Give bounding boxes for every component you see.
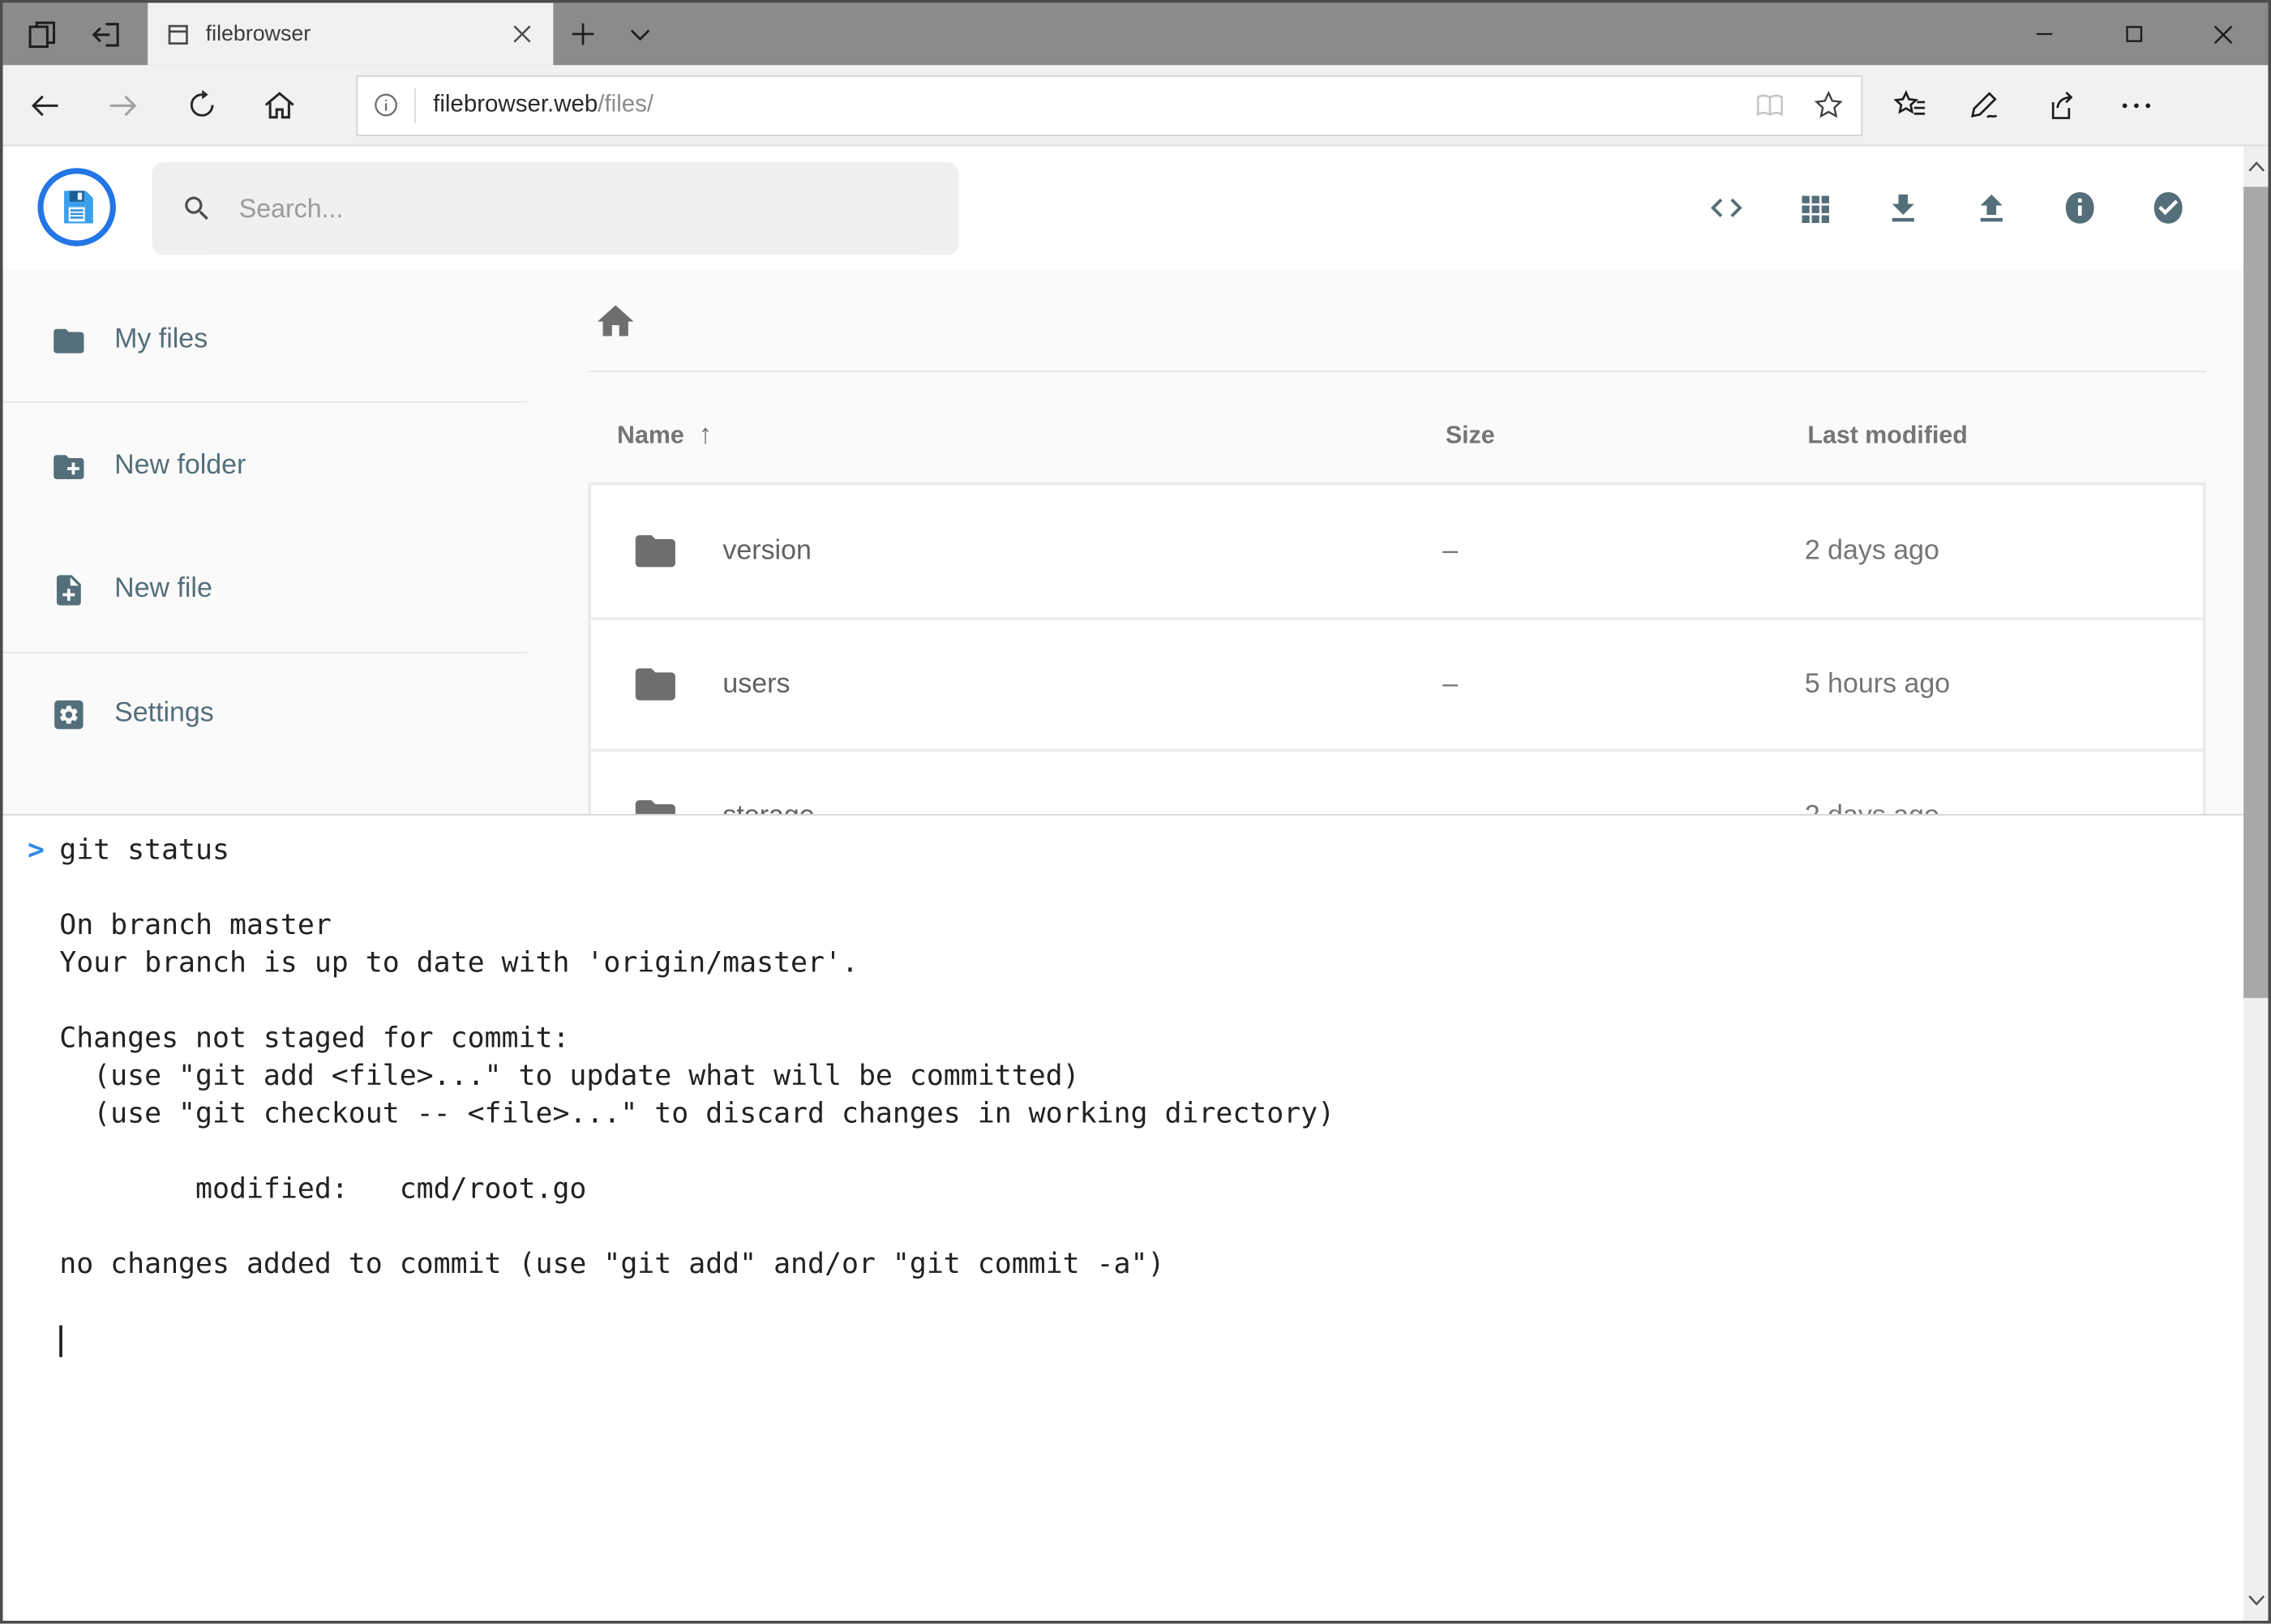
annotate-pen-icon[interactable] <box>1967 80 2004 130</box>
new-file-icon <box>51 572 88 608</box>
tab-list-dropdown-icon[interactable] <box>611 3 669 66</box>
scroll-down-icon[interactable] <box>2243 1580 2268 1621</box>
maximize-button[interactable] <box>2089 3 2179 66</box>
home-icon[interactable] <box>258 80 302 130</box>
terminal-output-line: Your branch is up to date with 'origin/m… <box>59 945 2268 982</box>
sidebar-item-new-file[interactable]: New file <box>3 555 528 624</box>
folder-icon <box>51 322 88 358</box>
search-icon <box>181 193 212 225</box>
sort-ascending-icon: ↑ <box>699 420 713 452</box>
folder-icon <box>632 527 679 575</box>
add-favorite-star-icon[interactable] <box>1809 90 1846 121</box>
file-name: users <box>722 668 790 700</box>
info-icon[interactable] <box>2061 189 2098 226</box>
terminal-cursor-line <box>59 1321 2268 1358</box>
address-bar[interactable]: filebrowser.web/files/ <box>356 75 1862 135</box>
url-host: filebrowser.web <box>433 92 598 118</box>
tab-title: filebrowser <box>206 22 508 46</box>
browser-tab[interactable]: filebrowser <box>148 3 553 66</box>
reading-view-icon[interactable] <box>1751 89 1789 121</box>
column-header-size[interactable]: Size <box>1446 422 1808 451</box>
settings-icon <box>51 696 88 732</box>
download-icon[interactable] <box>1884 189 1922 226</box>
url-path: /files/ <box>598 92 653 118</box>
app-header <box>3 146 2269 269</box>
share-icon[interactable] <box>2042 80 2080 130</box>
more-menu-icon[interactable] <box>2118 80 2155 130</box>
refresh-icon[interactable] <box>180 80 224 130</box>
raw-code-icon[interactable] <box>1708 189 1745 226</box>
column-header-modified[interactable]: Last modified <box>1807 422 2205 451</box>
terminal-output-line: Changes not staged for commit: <box>59 1020 2268 1057</box>
minimize-button[interactable] <box>1999 3 2089 66</box>
url-text: filebrowser.web/files/ <box>433 92 653 119</box>
file-size: – <box>1442 535 1805 567</box>
set-tabs-aside-icon[interactable] <box>81 3 131 66</box>
grid-view-icon[interactable] <box>1796 189 1833 226</box>
browser-window: filebrowser <box>0 0 2271 1624</box>
terminal-output-line: (use "git add <file>..." to update what … <box>59 1057 2268 1095</box>
table-header: Name ↑ Size Last modified <box>588 396 2205 474</box>
file-row-users[interactable]: users – 5 hours ago <box>591 617 2203 749</box>
sidebar-item-my-files[interactable]: My files <box>3 306 528 375</box>
file-size: – <box>1442 668 1805 700</box>
filebrowser-page: My files New folder New file Settings <box>3 146 2269 1621</box>
favorites-hub-icon[interactable] <box>1892 80 1929 130</box>
sidebar-item-new-folder[interactable]: New folder <box>3 431 528 501</box>
terminal-command-line: >git status <box>59 831 2268 868</box>
scrollbar-thumb[interactable] <box>2243 186 2268 997</box>
new-folder-icon <box>51 448 88 485</box>
search-input[interactable] <box>239 193 930 224</box>
filebrowser-logo[interactable] <box>37 168 115 246</box>
page-scrollbar[interactable] <box>2243 146 2268 1621</box>
file-modified: 2 days ago <box>1805 535 2203 567</box>
folder-icon <box>632 661 679 709</box>
terminal-prompt: > <box>28 831 45 868</box>
new-tab-button[interactable] <box>553 3 611 66</box>
tab-bar: filebrowser <box>3 3 2269 66</box>
close-window-button[interactable] <box>2179 3 2269 66</box>
tab-favicon-icon <box>165 21 191 47</box>
select-check-icon[interactable] <box>2149 189 2187 226</box>
scroll-up-icon[interactable] <box>2243 146 2268 186</box>
terminal-cursor <box>59 1325 62 1356</box>
sidebar-item-settings[interactable]: Settings <box>3 679 528 749</box>
column-header-name[interactable]: Name ↑ <box>588 420 1446 452</box>
breadcrumb-home-icon[interactable] <box>593 300 637 344</box>
forward-icon[interactable] <box>101 80 145 130</box>
terminal-panel[interactable]: >git status On branch master Your branch… <box>3 814 2269 1621</box>
terminal-output-line: On branch master <box>59 906 2268 944</box>
tab-close-icon[interactable] <box>507 19 536 49</box>
terminal-output-line: (use "git checkout -- <file>..." to disc… <box>59 1095 2268 1133</box>
terminal-output-line: no changes added to commit (use "git add… <box>59 1245 2268 1283</box>
file-row-version[interactable]: version – 2 days ago <box>591 485 2203 617</box>
upload-icon[interactable] <box>1973 189 2010 226</box>
back-icon[interactable] <box>24 80 67 130</box>
tab-preview-icon[interactable] <box>17 3 66 66</box>
search-bar[interactable] <box>152 162 959 255</box>
site-info-icon[interactable] <box>372 92 400 119</box>
terminal-command: git status <box>59 833 229 866</box>
url-toolbar: filebrowser.web/files/ <box>3 65 2269 146</box>
file-modified: 5 hours ago <box>1805 668 2203 700</box>
terminal-output-line: modified: cmd/root.go <box>59 1170 2268 1207</box>
file-name: version <box>722 535 811 567</box>
